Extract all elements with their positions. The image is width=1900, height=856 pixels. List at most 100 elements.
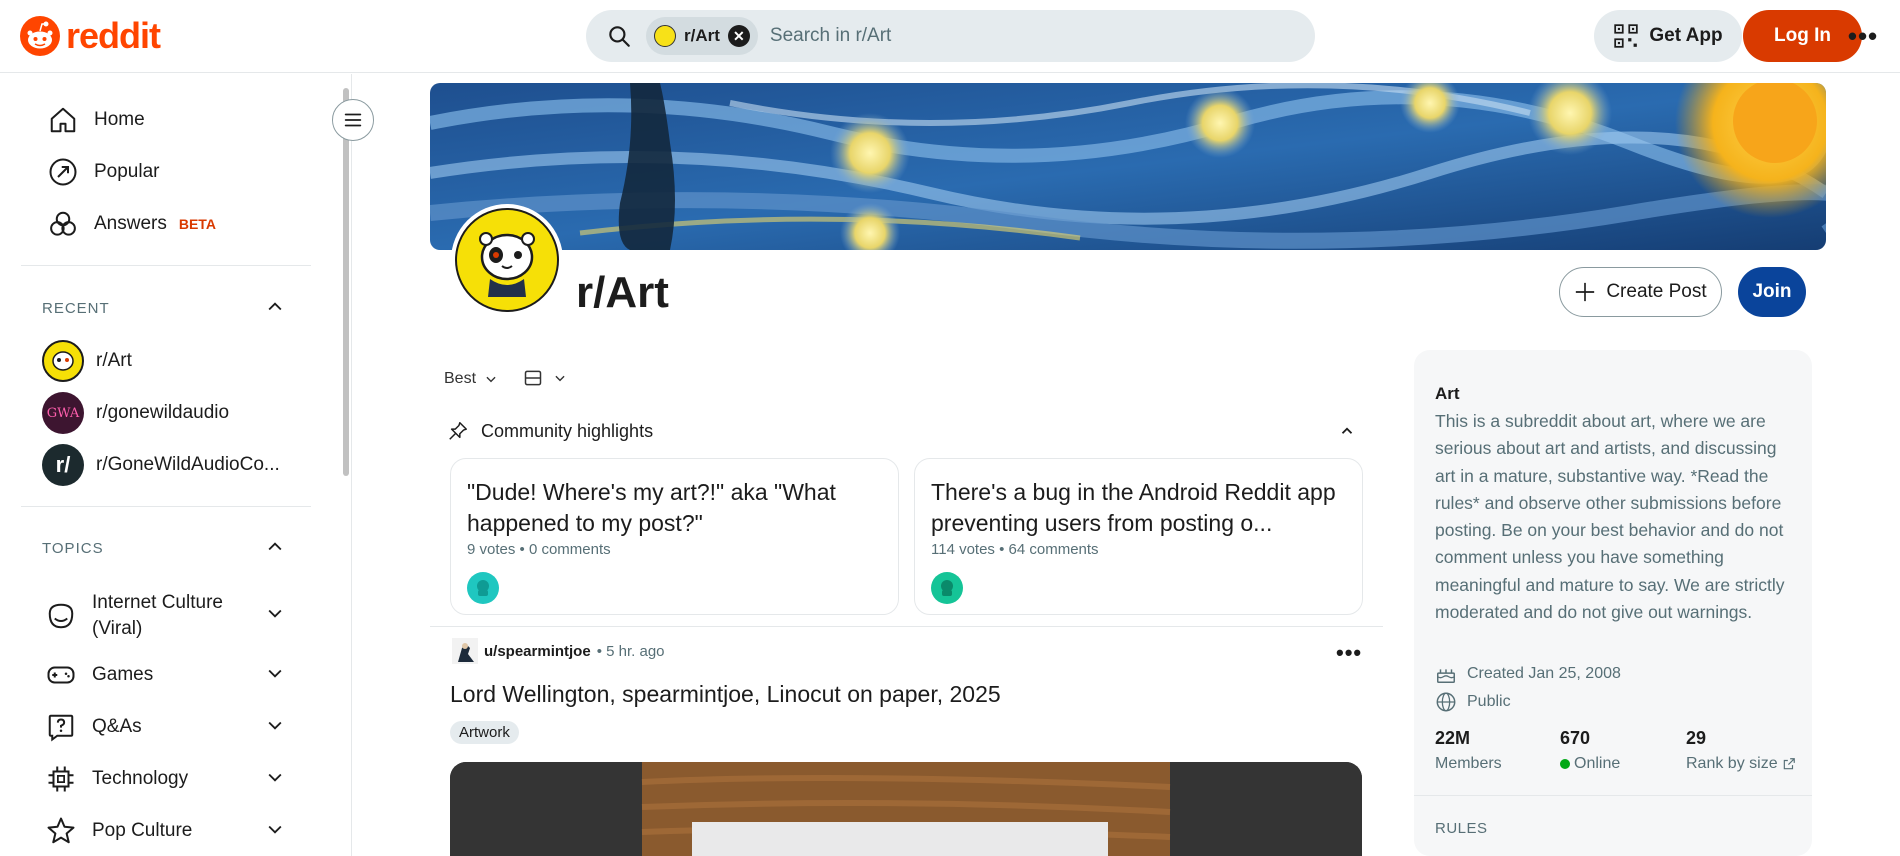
popular-icon [49, 158, 77, 186]
card-view-icon [524, 370, 542, 386]
art-avatar [42, 340, 84, 382]
chevron-down-icon[interactable] [265, 819, 285, 839]
gamepad-icon [47, 666, 75, 684]
reddit-logo[interactable]: reddit [20, 15, 161, 57]
menu-icon [344, 113, 362, 127]
rank-label-text[interactable]: Rank by size [1686, 755, 1778, 773]
members-count: 22M [1435, 728, 1471, 748]
gonewildaudio-avatar: GWA [42, 392, 84, 434]
close-icon[interactable]: ✕ [727, 25, 750, 47]
topic-pop-culture[interactable]: Pop Culture [46, 816, 192, 846]
question-icon [48, 714, 74, 742]
community-banner [430, 83, 1826, 250]
chevron-up-icon[interactable] [265, 537, 285, 557]
avatar[interactable] [931, 572, 963, 604]
topic-qas[interactable]: Q&As [46, 712, 142, 742]
recent-item-label: r/gonewildaudio [96, 402, 230, 423]
highlights-title: Community highlights [481, 420, 654, 441]
feed-divider [430, 626, 1383, 627]
community-highlights-header: Community highlights [447, 420, 653, 442]
chevron-down-icon[interactable] [265, 767, 285, 787]
topic-technology[interactable]: Technology [46, 764, 188, 794]
external-link-icon[interactable] [1782, 757, 1796, 771]
topic-label: Pop Culture [92, 820, 193, 841]
highlight-title[interactable]: There's a bug in the Android Reddit app … [931, 477, 1346, 539]
created-date: Created Jan 25, 2008 [1467, 665, 1621, 682]
chevron-down-icon[interactable] [265, 663, 285, 683]
chevron-down-icon [486, 376, 496, 383]
online-label: Online [1560, 755, 1620, 773]
post-image[interactable] [450, 762, 1362, 856]
highlight-card[interactable]: There's a bug in the Android Reddit app … [914, 458, 1363, 615]
nav-answers[interactable]: Answers BETA [48, 204, 216, 244]
collapse-sidebar-button[interactable] [332, 99, 374, 141]
visibility-label: Public [1467, 693, 1511, 710]
rules-section-title: RULES [1435, 820, 1488, 837]
nav-popular[interactable]: Popular [48, 152, 160, 192]
post-author[interactable]: u/spearmintjoe [484, 643, 591, 660]
chevron-down-icon[interactable] [265, 715, 285, 735]
online-indicator-icon [1560, 759, 1570, 769]
topic-internet-culture[interactable]: Internet Culture (Viral) [46, 590, 286, 642]
post-options-icon[interactable]: ••• [1336, 640, 1362, 666]
about-title: Art [1435, 384, 1460, 403]
topic-label: Q&As [92, 716, 142, 737]
recent-item-label: r/GoneWildAudioCo... [96, 454, 280, 475]
top-header: reddit r/Art ✕ Get App Log In ••• [0, 0, 1900, 73]
sort-label: Best [444, 370, 477, 387]
avatar[interactable] [467, 572, 499, 604]
rank-label[interactable]: Rank by size [1686, 755, 1796, 773]
beta-badge: BETA [178, 216, 216, 232]
recent-section-title: RECENT [42, 300, 110, 317]
nav-home[interactable]: Home [48, 100, 145, 140]
reddit-snoo-icon [20, 16, 60, 56]
recent-item-label: r/Art [96, 350, 132, 371]
recent-item-gonewildaudio[interactable]: GWA r/gonewildaudio [42, 392, 229, 434]
highlight-meta: 114 votes • 64 comments [931, 541, 1099, 558]
topic-label: Technology [92, 768, 189, 789]
answers-icon [50, 211, 76, 236]
highlight-card[interactable]: "Dude! Where's my art?!" aka "What happe… [450, 458, 899, 615]
chevron-up-icon[interactable] [265, 297, 285, 317]
chevron-down-icon[interactable] [265, 603, 285, 623]
more-options-icon[interactable]: ••• [1845, 20, 1881, 52]
recent-item-art[interactable]: r/Art [42, 340, 132, 382]
members-label-text: Members [1435, 755, 1502, 772]
sidebar-scrollbar[interactable] [343, 88, 349, 476]
art-avatar-large [455, 208, 559, 312]
rank-stat: 29 Rank by size [1686, 728, 1796, 773]
community-about-panel: Art This is a subreddit about art, where… [1414, 350, 1812, 856]
post-title[interactable]: Lord Wellington, spearmintjoe, Linocut o… [450, 681, 1001, 708]
gwa-avatar-text: GWA [46, 405, 80, 421]
recent-item-gonewildaudioco[interactable]: r/ r/GoneWildAudioCo... [42, 444, 280, 486]
view-layout-dropdown[interactable] [523, 368, 567, 388]
plus-icon [1576, 282, 1595, 302]
community-title: r/Art [576, 268, 669, 317]
user-avatar-icon[interactable] [452, 638, 478, 664]
join-button[interactable]: Join [1738, 267, 1806, 317]
search-input[interactable] [769, 25, 1190, 47]
create-post-label: Create Post [1606, 281, 1707, 302]
art-community-avatar-small [654, 25, 676, 47]
chevron-up-icon[interactable] [1338, 422, 1356, 440]
chevron-down-icon [555, 375, 565, 382]
nav-popular-label: Popular [94, 161, 160, 182]
search-icon [609, 26, 630, 47]
star-icon [47, 817, 75, 844]
online-stat: 670 Online [1560, 728, 1620, 773]
search-community-chip[interactable]: r/Art ✕ [646, 17, 758, 55]
topic-label: Internet Culture (Viral) [92, 592, 223, 639]
members-label: Members [1435, 755, 1502, 773]
search-bar[interactable]: r/Art ✕ [586, 10, 1315, 62]
post-flair[interactable]: Artwork [450, 721, 519, 744]
nav-answers-label: Answers [94, 213, 167, 234]
create-post-button[interactable]: Create Post [1559, 267, 1722, 317]
highlight-title[interactable]: "Dude! Where's my art?!" aka "What happe… [467, 477, 882, 539]
post-meta: u/spearmintjoe • 5 hr. ago [452, 638, 665, 664]
topic-games[interactable]: Games [46, 660, 153, 690]
art-mascot-icon [52, 351, 74, 371]
created-row: Created Jan 25, 2008 [1435, 663, 1621, 685]
sort-dropdown[interactable]: Best [444, 370, 498, 388]
art-mascot-icon [479, 232, 535, 297]
get-app-button[interactable]: Get App [1594, 10, 1742, 62]
